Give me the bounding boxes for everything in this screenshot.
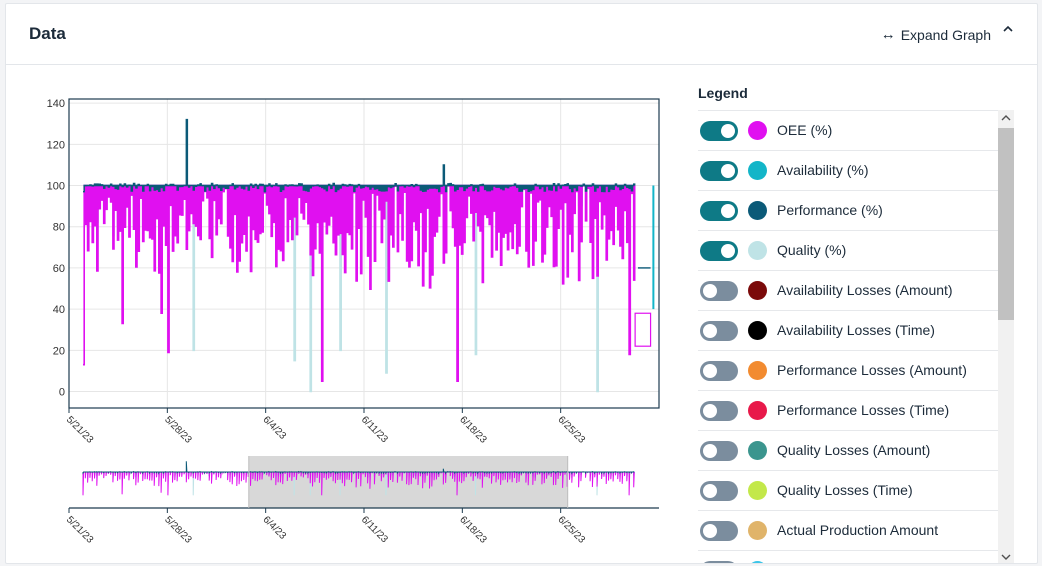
expand-graph-label: Expand Graph <box>900 26 991 43</box>
y-tick-label: 100 <box>47 181 65 193</box>
legend-item: Performance (%) <box>698 191 998 231</box>
toggle-knob <box>703 364 717 378</box>
expand-arrows-icon: ↔ <box>880 26 896 43</box>
navigator-x-tick-label: 6/4/23 <box>261 514 289 542</box>
navigator-x-tick-label: 5/21/23 <box>64 514 96 546</box>
legend-swatch <box>748 281 767 300</box>
toggle-knob <box>703 444 717 458</box>
legend-swatch <box>748 401 767 420</box>
legend-swatch <box>748 201 767 220</box>
legend-toggle[interactable] <box>700 441 738 461</box>
x-tick-label: 6/25/23 <box>556 414 588 446</box>
scroll-thumb[interactable] <box>998 128 1014 320</box>
navigator-x-tick-label: 6/18/23 <box>457 514 489 546</box>
legend-toggle[interactable] <box>700 481 738 501</box>
legend-label: OEE (%) <box>777 122 833 138</box>
toggle-knob <box>703 484 717 498</box>
legend-panel: Legend OEE (%) Availability (%) Performanc… <box>698 66 1018 563</box>
y-tick-label: 140 <box>47 98 65 110</box>
y-tick-label: 40 <box>53 304 65 316</box>
y-tick-label: 120 <box>47 139 65 151</box>
toggle-knob <box>721 164 735 178</box>
x-tick-label: 6/11/23 <box>359 414 390 445</box>
legend-swatch <box>748 121 767 140</box>
legend-item: Quality (%) <box>698 231 998 271</box>
legend-label: Actual Production Amount <box>777 522 939 538</box>
navigator-x-tick-label: 6/11/23 <box>359 514 390 545</box>
panel-header: Data ↔ Expand Graph <box>6 4 1037 65</box>
legend-swatch <box>748 161 767 180</box>
legend-toggle[interactable] <box>700 241 738 261</box>
legend-toggle[interactable] <box>700 161 738 181</box>
legend-toggle[interactable] <box>700 201 738 221</box>
toggle-knob <box>703 404 717 418</box>
series-line <box>83 184 636 382</box>
legend-item: Availability (%) <box>698 151 998 191</box>
legend-swatch <box>748 241 767 260</box>
expand-graph-button[interactable]: ↔ Expand Graph <box>881 26 991 43</box>
legend-swatch <box>748 521 767 540</box>
legend-toggle[interactable] <box>700 401 738 421</box>
legend-item: OEE (%) <box>698 111 998 151</box>
toggle-knob <box>703 284 717 298</box>
legend-label: Quality (%) <box>777 242 847 258</box>
toggle-knob <box>721 124 735 138</box>
data-panel: Data ↔ Expand Graph 0 20 40 60 80 100 120 140 5/… <box>5 3 1038 564</box>
legend-label: Availability Losses (Time) <box>777 322 935 338</box>
legend-toggle[interactable] <box>700 281 738 301</box>
legend-toggle[interactable] <box>700 121 738 141</box>
legend-swatch <box>748 441 767 460</box>
toggle-knob <box>703 324 717 338</box>
legend-swatch <box>748 481 767 500</box>
legend-label: Quality Losses (Amount) <box>777 442 931 458</box>
legend-item: Quality Losses (Amount) <box>698 431 998 471</box>
x-tick-label: 5/21/23 <box>64 414 96 446</box>
legend-toggle[interactable] <box>700 321 738 341</box>
navigator-x-tick-label: 5/28/23 <box>162 514 194 546</box>
legend-item: Quality Losses (Time) <box>698 471 998 511</box>
y-tick-label: 20 <box>53 345 65 357</box>
legend-title: Legend <box>698 85 748 101</box>
legend-swatch <box>748 361 767 380</box>
legend-item: Availability Losses (Amount) <box>698 271 998 311</box>
chevron-up-icon[interactable] <box>1003 25 1013 32</box>
legend-label: Performance (%) <box>777 202 883 218</box>
x-tick-label: 6/4/23 <box>261 414 289 442</box>
legend-toggle[interactable] <box>700 561 738 563</box>
x-tick-label: 6/18/23 <box>457 414 489 446</box>
legend-label: Actual Production Time <box>777 562 921 563</box>
toggle-knob <box>721 204 735 218</box>
legend-label: Performance Losses (Time) <box>777 402 950 418</box>
legend-swatch <box>748 561 767 563</box>
y-tick-label: 80 <box>53 222 65 234</box>
oee-chart[interactable]: 0 20 40 60 80 100 120 140 5/21/23 5/28/23 6/4/23 6/… <box>6 66 686 564</box>
series-line <box>83 118 636 193</box>
navigator-x-tick-label: 6/25/23 <box>556 514 588 546</box>
legend-list: OEE (%) Availability (%) Performance (%) Qu… <box>698 110 998 563</box>
y-tick-label: 60 <box>53 263 65 275</box>
legend-item: Actual Production Amount <box>698 511 998 551</box>
x-tick-label: 5/28/23 <box>162 414 194 446</box>
legend-label: Performance Losses (Amount) <box>777 362 967 378</box>
legend-label: Availability (%) <box>777 162 869 178</box>
legend-item: Performance Losses (Time) <box>698 391 998 431</box>
legend-item: Performance Losses (Amount) <box>698 351 998 391</box>
scroll-down-icon[interactable] <box>998 549 1014 563</box>
legend-swatch <box>748 321 767 340</box>
legend-label: Availability Losses (Amount) <box>777 282 953 298</box>
legend-item: Actual Production Time <box>698 551 998 563</box>
scroll-up-icon[interactable] <box>998 110 1014 126</box>
legend-toggle[interactable] <box>700 361 738 381</box>
toggle-knob <box>703 524 717 538</box>
panel-title: Data <box>29 24 66 43</box>
series-tail <box>634 312 652 347</box>
y-tick-label: 0 <box>59 387 65 399</box>
toggle-knob <box>721 244 735 258</box>
legend-toggle[interactable] <box>700 521 738 541</box>
legend-scrollbar[interactable] <box>998 110 1014 563</box>
legend-label: Quality Losses (Time) <box>777 482 913 498</box>
range-selector-window <box>248 456 568 508</box>
legend-item: Availability Losses (Time) <box>698 311 998 351</box>
